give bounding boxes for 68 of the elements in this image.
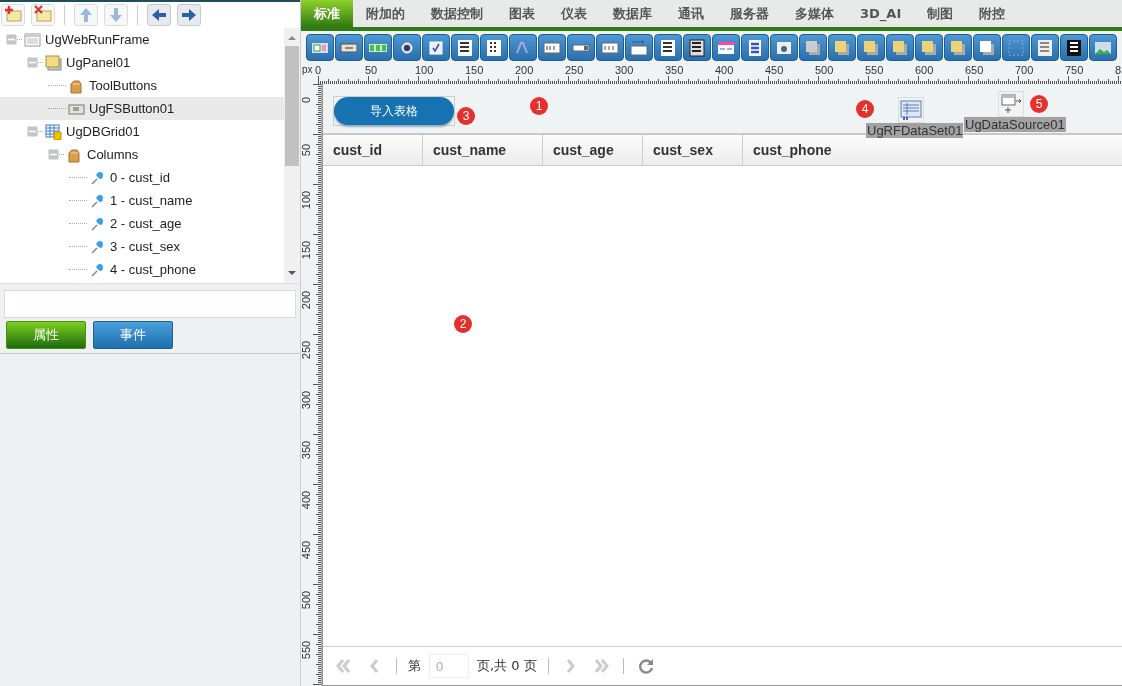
ruler-label: 600 (915, 64, 934, 76)
ruler-label: 0 (315, 64, 322, 76)
ruler-label: 750 (1065, 64, 1084, 76)
tree-item[interactable]: Columns (0, 143, 284, 166)
column-header[interactable]: cust_age (543, 135, 643, 165)
ruler-label: 50 (365, 64, 378, 76)
ruler-label: 300 (301, 389, 312, 411)
ruler-label: 550 (301, 639, 312, 661)
tree-item[interactable]: ToolButtons (0, 74, 284, 97)
tab[interactable]: 通讯 (665, 0, 717, 27)
ruler-label: 450 (765, 64, 784, 76)
tree-item[interactable]: 0 - cust_id (0, 166, 284, 189)
ruler-label: 450 (301, 539, 312, 561)
ruler-label: 300 (615, 64, 634, 76)
ruler-label: 150 (301, 239, 312, 261)
tab[interactable]: 服务器 (717, 0, 782, 27)
tab[interactable]: 制图 (914, 0, 967, 27)
tab[interactable]: 事件 (93, 321, 173, 349)
tree-item[interactable]: UgFSButton01 (0, 97, 284, 120)
tree-item[interactable]: 2 - cust_age (0, 212, 284, 235)
tree-item[interactable]: UgDBGrid01 (0, 120, 284, 143)
number-badge: 5 (1030, 95, 1048, 113)
tree-item[interactable]: 1 - cust_name (0, 189, 284, 212)
tab[interactable]: 3D_AI (847, 0, 915, 27)
ruler-label: 50 (301, 142, 312, 159)
column-header[interactable]: cust_sex (643, 135, 743, 165)
ruler-label: 200 (515, 64, 534, 76)
tab[interactable]: 属性 (6, 321, 86, 349)
tree-item[interactable]: UgWebRunFrame (0, 28, 284, 51)
component-label: UgDataSource01 (964, 117, 1066, 132)
tab[interactable]: 数据库 (600, 0, 665, 27)
ruler-label: 700 (1015, 64, 1034, 76)
tree-item[interactable]: 4 - cust_phone (0, 258, 284, 281)
component-label: UgRFDataSet01 (866, 123, 964, 138)
tab[interactable]: 附控 (966, 0, 1019, 27)
page-total: 页,共 0 页 (477, 657, 537, 675)
ruler-label: 8 (1115, 64, 1122, 76)
number-badge: 2 (454, 315, 472, 333)
tab[interactable]: 附加的 (353, 0, 418, 27)
ruler-label: 500 (301, 589, 312, 611)
ruler-label: 400 (715, 64, 734, 76)
tree-item[interactable]: 3 - cust_sex (0, 235, 284, 258)
ruler-label: 100 (415, 64, 434, 76)
ruler-unit: px (302, 64, 313, 75)
tab[interactable]: 图表 (496, 0, 548, 27)
page-label: 第 (408, 657, 421, 675)
ruler-label: 100 (301, 189, 312, 211)
ruler-label: 500 (815, 64, 834, 76)
ruler-label: 0 (301, 95, 312, 106)
tab[interactable]: 仪表 (548, 0, 600, 27)
ruler-label: 250 (301, 339, 312, 361)
tab[interactable]: 多媒体 (782, 0, 847, 27)
ruler-label: 250 (565, 64, 584, 76)
ruler-label: 650 (965, 64, 984, 76)
ruler-label: 550 (865, 64, 884, 76)
ruler-label: 350 (665, 64, 684, 76)
number-badge: 1 (530, 97, 548, 115)
tab[interactable]: 数据控制 (418, 0, 496, 27)
ruler-label: 200 (301, 289, 312, 311)
ruler-label: 350 (301, 439, 312, 461)
number-badge: 4 (856, 100, 874, 118)
column-header[interactable]: cust_name (423, 135, 543, 165)
ruler-label: 400 (301, 489, 312, 511)
button[interactable]: 导入表格 (334, 97, 454, 125)
number-badge: 3 (457, 107, 475, 125)
ruler-label: 150 (465, 64, 484, 76)
tree-item[interactable]: UgPanel01 (0, 51, 284, 74)
column-header[interactable]: cust_id (323, 135, 423, 165)
